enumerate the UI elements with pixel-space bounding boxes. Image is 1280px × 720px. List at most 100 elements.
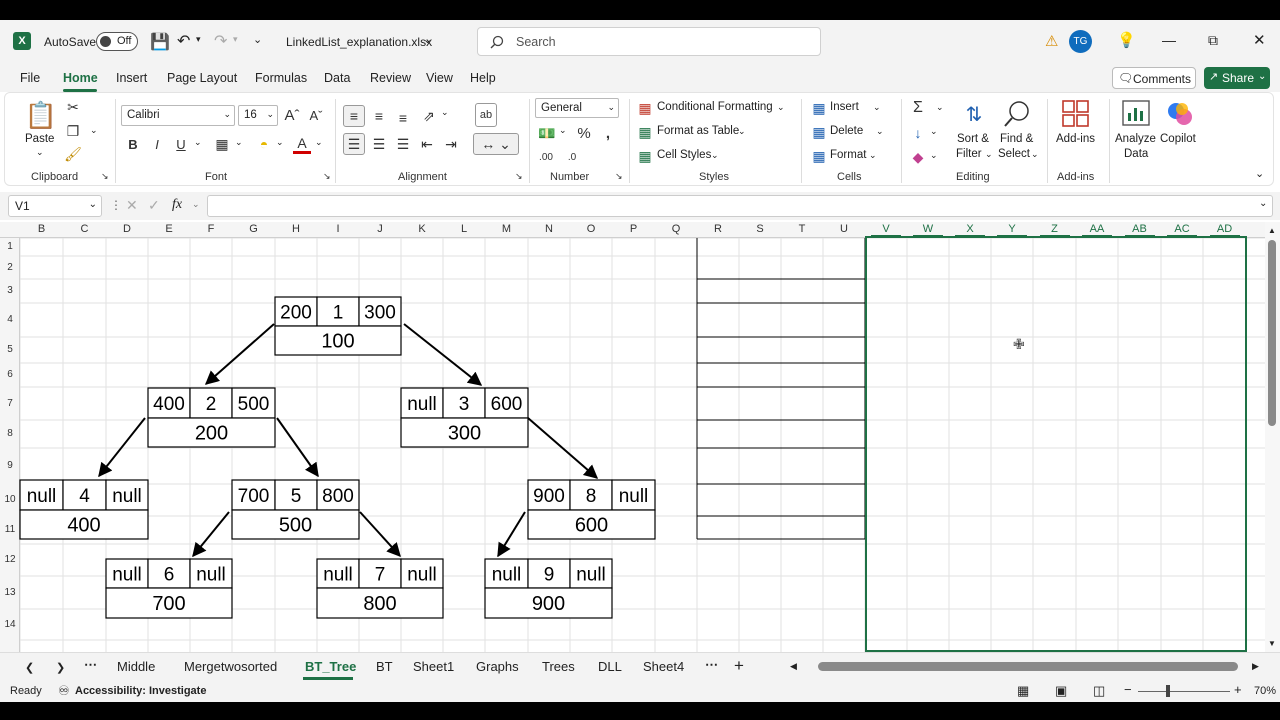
save-icon[interactable]: 💾 [150,32,170,52]
clear-icon[interactable]: ◆ [909,147,927,167]
menu-formulas[interactable]: Formulas [255,71,307,85]
underline-dropdown-icon[interactable]: ⌄ [194,137,202,148]
undo-icon[interactable]: ↶ [177,31,190,51]
top-align-icon[interactable]: ≡ [343,105,365,127]
restore-icon[interactable]: ⧉ [1208,32,1218,49]
bottom-align-icon[interactable]: ≡ [393,107,413,129]
format-cells-icon[interactable]: ▦ [811,148,827,164]
fx-chevron-icon[interactable]: ⌄ [192,199,200,210]
autosum-dropdown-icon[interactable]: ⌄ [936,102,944,113]
autosave-toggle[interactable]: Off [96,32,138,51]
redo-dropdown-icon[interactable]: ▾ [233,34,238,45]
sort-filter-label-1[interactable]: Sort & [957,133,989,145]
analyze-data-icon[interactable] [1121,99,1151,129]
avatar[interactable]: TG [1069,30,1092,53]
format-painter-icon[interactable]: 🖌 [64,146,82,162]
italic-icon[interactable]: I [149,135,165,153]
analyze-data-label-1[interactable]: Analyze [1115,133,1156,145]
alignment-launcher-icon[interactable]: ↘ [515,171,523,182]
wrap-text-icon[interactable]: ab [475,103,497,127]
menu-insert[interactable]: Insert [116,71,147,85]
increase-indent-icon[interactable]: ⇥ [441,133,461,155]
font-color-dropdown-icon[interactable]: ⌄ [315,137,323,148]
more-sheets-icon[interactable]: ⋯ [84,657,97,673]
vertical-scroll-thumb[interactable] [1268,240,1276,426]
confirm-formula-icon[interactable]: ✓ [148,197,160,214]
number-launcher-icon[interactable]: ↘ [615,171,623,182]
fill-icon[interactable]: ↓ [909,123,927,143]
scroll-up-icon[interactable]: ▲ [1268,226,1276,235]
tab-trees[interactable]: Trees [542,659,575,674]
menu-help[interactable]: Help [470,71,496,85]
bold-icon[interactable]: B [125,135,141,153]
add-ins-icon[interactable] [1061,99,1091,129]
copy-icon[interactable]: ❐ [65,123,81,139]
zoom-slider[interactable] [1138,691,1230,692]
more-tabs-icon[interactable]: ⋯ [705,657,718,673]
fill-color-dropdown-icon[interactable]: ⌄ [276,137,284,148]
formula-options-icon[interactable]: ⋮ [110,198,122,212]
scroll-right-icon[interactable]: ▶ [1252,661,1259,672]
normal-view-icon[interactable]: ▦ [1017,683,1029,699]
copilot-icon[interactable] [1165,99,1195,129]
font-launcher-icon[interactable]: ↘ [323,171,331,182]
tab-middle[interactable]: Middle [117,659,155,674]
align-left-icon[interactable]: ☰ [343,133,365,155]
page-break-view-icon[interactable]: ◫ [1093,683,1105,699]
underline-icon[interactable]: U [173,135,189,153]
close-icon[interactable]: ✕ [1253,31,1266,49]
find-select-icon[interactable] [1001,99,1033,129]
tab-graphs[interactable]: Graphs [476,659,519,674]
menu-page-layout[interactable]: Page Layout [167,71,237,85]
filename-chevron-icon[interactable]: ⌄ [423,33,432,46]
accounting-dropdown-icon[interactable]: ⌄ [559,125,567,136]
vertical-scrollbar[interactable]: ▲ ▼ [1265,222,1280,652]
middle-align-icon[interactable]: ≡ [369,105,389,127]
borders-dropdown-icon[interactable]: ⌄ [235,137,243,148]
align-right-icon[interactable]: ☰ [393,133,413,155]
undo-dropdown-icon[interactable]: ▾ [196,34,201,45]
menu-home[interactable]: Home [63,71,98,85]
cell-styles-icon[interactable]: ▦ [637,148,653,164]
minimize-icon[interactable]: — [1162,32,1176,48]
customize-qat-icon[interactable]: ⌄ [253,33,262,46]
font-size-select[interactable]: 16 ⌄ [238,105,278,126]
paste-label[interactable]: Paste [25,133,54,145]
menu-view[interactable]: View [426,71,453,85]
insert-cells-button[interactable]: Insert [830,101,859,113]
accessibility-status[interactable]: Accessibility: Investigate [75,685,206,697]
tab-bt-tree[interactable]: BT_Tree [305,659,356,674]
format-as-table-button[interactable]: Format as Table [657,125,739,137]
number-format-select[interactable]: General ⌄ [535,98,619,118]
increase-font-icon[interactable]: Aˆ [283,105,301,125]
cut-icon[interactable]: ✂ [65,99,81,115]
share-button[interactable]: ↗ Share ⌄ [1204,67,1270,89]
worksheet-grid[interactable]: B C D E F G H I J K L M N O P Q R S T U V W X Y Z AA AB AC AD 123456… [0,222,1280,652]
analyze-data-label-2[interactable]: Data [1124,148,1148,160]
formula-expand-icon[interactable]: ⌄ [1259,198,1267,209]
redo-icon[interactable]: ↷ [214,31,227,51]
orientation-icon[interactable]: ⇗ [419,105,439,127]
insert-dropdown-icon[interactable]: ⌄ [873,102,881,113]
clear-dropdown-icon[interactable]: ⌄ [930,150,938,161]
tab-mergetwosorted[interactable]: Mergetwosorted [184,659,277,674]
page-layout-view-icon[interactable]: ▣ [1055,683,1067,699]
add-sheet-icon[interactable]: + [734,656,744,676]
sort-filter-dropdown-icon[interactable]: ⌄ [985,149,993,160]
delete-cells-icon[interactable]: ▦ [811,124,827,140]
orientation-dropdown-icon[interactable]: ⌄ [441,107,449,118]
format-dropdown-icon[interactable]: ⌄ [869,150,877,161]
font-color-icon[interactable]: A [293,134,311,154]
delete-dropdown-icon[interactable]: ⌄ [876,126,884,137]
clipboard-launcher-icon[interactable]: ↘ [101,171,109,182]
cell-styles-button[interactable]: Cell Styles [657,149,711,161]
delete-cells-button[interactable]: Delete [830,125,863,137]
decrease-decimal-icon[interactable]: .0 [561,147,583,167]
borders-icon[interactable]: ▦ [213,135,231,153]
tab-sheet4[interactable]: Sheet4 [643,659,684,674]
ribbon-expand-icon[interactable]: ⌄ [1255,167,1264,180]
format-cells-button[interactable]: Format [830,149,866,161]
add-ins-button[interactable]: Add-ins [1056,133,1095,145]
conditional-dropdown-icon[interactable]: ⌄ [777,102,785,113]
table-dropdown-icon[interactable]: ⌄ [738,126,746,137]
